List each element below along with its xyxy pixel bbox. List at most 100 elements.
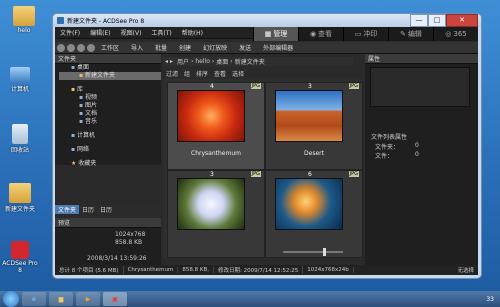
desktop-icon-computer[interactable]: 计算机 xyxy=(0,67,40,93)
breadcrumb-new-folder[interactable]: 新建文件夹 xyxy=(233,57,267,66)
properties-panel-title: 属性 xyxy=(368,56,381,63)
tab-calendar[interactable]: 日历 xyxy=(79,205,97,214)
app-icon xyxy=(57,17,64,24)
desktop-icon-acdsee[interactable]: ACDSee Pro 8 xyxy=(0,241,40,274)
forward-icon[interactable] xyxy=(67,43,75,52)
mode-tab-label: 编辑 xyxy=(407,30,422,38)
thumbnail-caption: Chrysanthemum xyxy=(191,150,241,157)
mode-tabs: ▦ 管理 ◉ 查看 ▭ 冲印 ✎ 编辑 ◎ 365 xyxy=(253,27,478,41)
status-modified: 修改日期: 2009/7/14 12:52:25 xyxy=(214,266,304,274)
mode-tab-develop[interactable]: ▭ 冲印 xyxy=(343,27,388,41)
maximize-button[interactable]: □ xyxy=(428,14,446,27)
tree-item-network[interactable]: ▪ 网络 xyxy=(59,146,161,154)
menu-edit[interactable]: 编辑(E) xyxy=(85,28,115,37)
taskbar: e ▆ ▶ ▣ 33 xyxy=(0,291,500,307)
desktop-icon-new-folder[interactable]: 新建文件夹 xyxy=(0,183,40,213)
back-icon[interactable] xyxy=(57,43,65,52)
group-button[interactable]: 组 xyxy=(181,69,193,78)
start-button[interactable] xyxy=(3,291,19,307)
menu-help[interactable]: 帮助(H) xyxy=(177,28,208,37)
tree-item-desktop[interactable]: ▪ 桌面 xyxy=(59,64,161,72)
select-button[interactable]: 选择 xyxy=(229,69,247,78)
app-area: 文件(F) 编辑(E) 视图(V) 工具(T) 帮助(H) ▦ 管理 ◉ 查看 … xyxy=(55,27,478,275)
desktop-icon-label: 计算机 xyxy=(10,86,29,93)
folders-panel-title: 文件夹 xyxy=(58,56,77,63)
mode-tab-label: 查看 xyxy=(318,30,333,38)
send-button[interactable]: 发送 xyxy=(233,43,257,52)
thumbnail-number: 4 xyxy=(210,83,214,90)
status-bar: 总计 8 个项目 (5.6 MB) Chrysanthemum 858.8 KB… xyxy=(55,265,478,275)
slideshow-button[interactable]: 幻灯放映 xyxy=(197,43,233,52)
breadcrumb-users[interactable]: 用户 xyxy=(175,57,191,66)
mode-tab-edit[interactable]: ✎ 编辑 xyxy=(388,27,433,41)
home-icon[interactable]: ◂ ▸ xyxy=(163,58,175,65)
taskbar-media-player[interactable]: ▶ xyxy=(76,292,100,306)
tree-item-label: 库 xyxy=(76,86,83,93)
tree-item-label: 网络 xyxy=(76,146,89,153)
property-key-files: 文件： xyxy=(375,153,394,160)
breadcrumb-hello[interactable]: hello xyxy=(193,58,212,65)
preview-filesize: 858.8 KB xyxy=(115,239,143,246)
taskbar-ie[interactable]: e xyxy=(22,292,46,306)
filter-button[interactable]: 过滤 xyxy=(163,69,181,78)
workspace-button[interactable]: 工作区 xyxy=(95,43,125,52)
menu-tools[interactable]: 工具(T) xyxy=(146,28,176,37)
menu-file[interactable]: 文件(F) xyxy=(55,28,85,37)
ie-icon: e xyxy=(32,295,36,303)
taskbar-acdsee[interactable]: ▣ xyxy=(103,292,127,306)
mode-tab-365[interactable]: ◎ 365 xyxy=(433,27,478,41)
tree-item-label: 新建文件夹 xyxy=(84,72,115,79)
thumbnail-item[interactable]: 3 JPG xyxy=(167,170,265,258)
tree-item-documents[interactable]: ▪ 文档 xyxy=(59,110,161,118)
desktop-icon-recycle-bin[interactable]: 回收站 xyxy=(0,124,40,154)
cloud-icon: ◎ xyxy=(445,30,452,38)
brush-icon: ✎ xyxy=(400,30,406,38)
batch-button[interactable]: 批量 xyxy=(149,43,173,52)
external-editor-button[interactable]: 外部编辑器 xyxy=(257,43,299,52)
folder-tree: ▪ 桌面 ▪ 新建文件夹 ▪ 库 ▪ 视频 ▪ 图片 ▪ 文档 ▪ 音乐 ▪ 计… xyxy=(55,64,161,168)
mode-tab-manage[interactable]: ▦ 管理 xyxy=(253,27,298,41)
thumbnail-caption: Desert xyxy=(304,150,324,157)
tab-calendar-2[interactable]: 日历 xyxy=(97,205,115,214)
breadcrumb-desktop[interactable]: 桌面 xyxy=(214,57,230,66)
thumbnail-item[interactable]: 6 JPG xyxy=(265,170,363,258)
preview-panel-header: 预览 xyxy=(55,218,161,228)
create-button[interactable]: 创建 xyxy=(173,43,197,52)
taskbar-explorer[interactable]: ▆ xyxy=(49,292,73,306)
tree-item-music[interactable]: ▪ 音乐 xyxy=(59,118,161,126)
thumbnail-item[interactable]: 4 JPG Chrysanthemum xyxy=(167,82,265,170)
tree-item-new-folder[interactable]: ▪ 新建文件夹 xyxy=(59,72,161,80)
tree-item-library[interactable]: ▪ 库 xyxy=(59,86,161,94)
up-icon[interactable] xyxy=(77,43,85,52)
acdsee-icon: ▣ xyxy=(112,295,118,303)
properties-section-title: 文件列表属性 xyxy=(371,134,408,141)
tree-item-pictures[interactable]: ▪ 图片 xyxy=(59,102,161,110)
close-button[interactable]: ✕ xyxy=(446,14,478,27)
mode-tab-view[interactable]: ◉ 查看 xyxy=(298,27,343,41)
status-file-size: 858.8 KB, xyxy=(178,267,214,273)
recycle-bin-icon xyxy=(12,124,28,144)
preview-panel: 预览 1024x768 858.8 KB 2008/3/14 13:59:26 xyxy=(55,218,161,265)
refresh-icon[interactable] xyxy=(87,43,95,52)
minimize-button[interactable]: — xyxy=(410,14,428,27)
acdsee-icon xyxy=(11,241,29,259)
desktop-icon-helo[interactable]: helo xyxy=(4,6,44,34)
tree-item-computer[interactable]: ▪ 计算机 xyxy=(59,132,161,140)
menu-view[interactable]: 视图(V) xyxy=(116,28,147,37)
preview-panel-title: 预览 xyxy=(58,220,71,227)
zoom-slider[interactable] xyxy=(283,251,343,253)
folder-icon xyxy=(13,6,35,26)
desktop-icon-label: helo xyxy=(17,27,31,34)
thumbnail-item[interactable]: 3 JPG Desert xyxy=(265,82,363,170)
sort-button[interactable]: 排序 xyxy=(193,69,211,78)
tree-item-favorites[interactable]: ★ 收藏夹 xyxy=(59,160,161,168)
taskbar-clock: 33 xyxy=(486,295,494,303)
mode-tab-label: 管理 xyxy=(273,30,288,38)
properties-panel-header: 属性 xyxy=(365,54,478,64)
view-button[interactable]: 查看 xyxy=(211,69,229,78)
property-value-files: 0 xyxy=(415,151,419,158)
tab-folders[interactable]: 文件夹 xyxy=(55,205,80,214)
tree-item-videos[interactable]: ▪ 视频 xyxy=(59,94,161,102)
zoom-slider-handle[interactable] xyxy=(323,248,326,256)
import-button[interactable]: 导入 xyxy=(125,43,149,52)
